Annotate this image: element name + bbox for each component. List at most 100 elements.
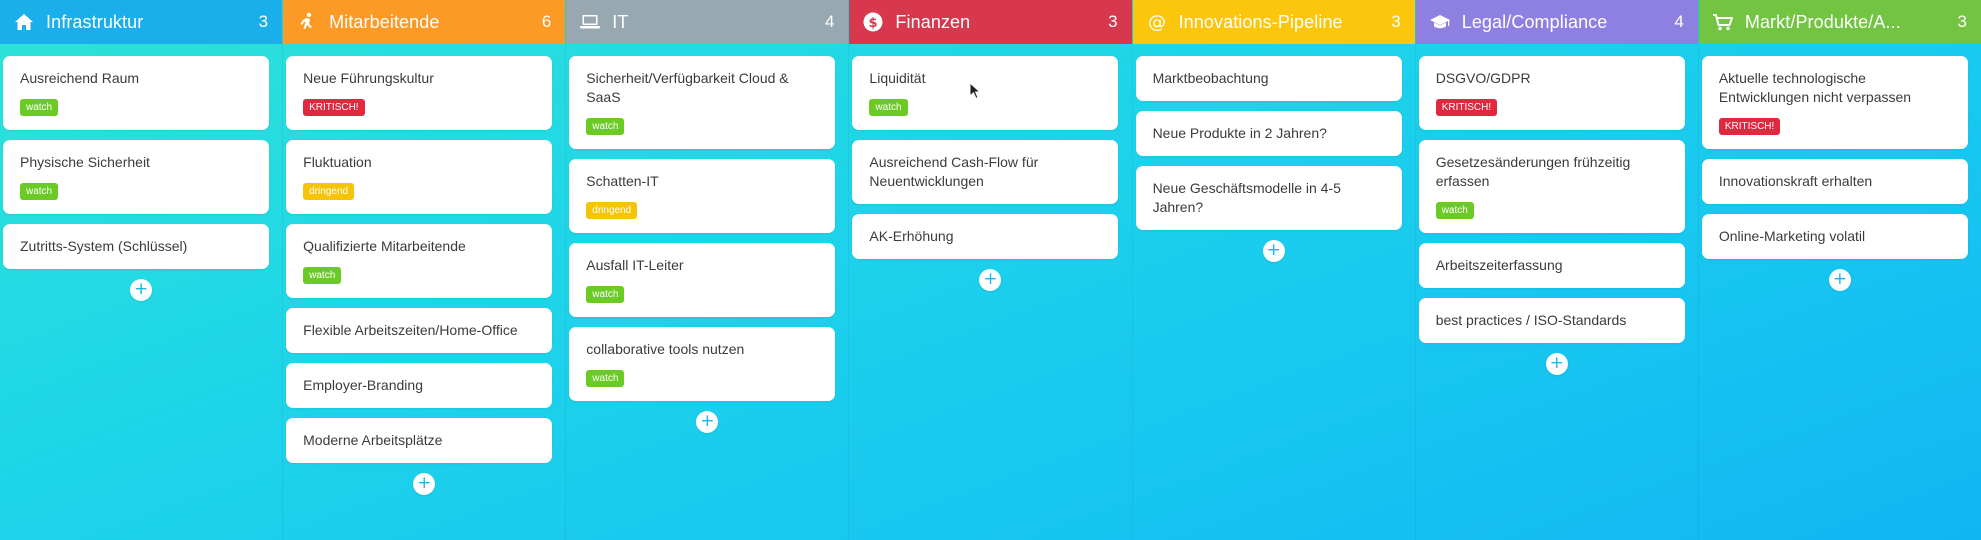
watch-badge: watch <box>869 99 908 116</box>
card-title: Ausreichend Cash-Flow für Neuentwicklung… <box>869 154 1039 189</box>
card[interactable]: Qualifizierte Mitarbeitende watch <box>286 224 553 298</box>
card[interactable]: AK-Erhöhung <box>852 214 1119 259</box>
column-title: IT <box>612 11 629 32</box>
card-title: Ausreichend Raum <box>20 70 140 86</box>
card-title: collaborative tools nutzen <box>586 341 745 357</box>
card[interactable]: Neue Produkte in 2 Jahren? <box>1135 111 1402 156</box>
column-count: 3 <box>1957 12 1967 31</box>
column-count: 4 <box>1674 12 1684 31</box>
kritisch-badge: KRITISCH! <box>1718 118 1781 135</box>
card-list: DSGVO/GDPR KRITISCH! Gesetzesänderungen fr… <box>1416 44 1698 375</box>
dollar-icon: $ <box>861 10 885 34</box>
at-icon: @ <box>1145 10 1169 34</box>
card[interactable]: Online-Marketing volatil <box>1701 214 1968 259</box>
column-title: Innovations-Pipeline <box>1178 11 1343 32</box>
card[interactable]: best practices / ISO-Standards <box>1418 298 1685 343</box>
dringend-badge: dringend <box>303 183 355 200</box>
watch-badge: watch <box>303 267 342 284</box>
column-header[interactable]: $ Finanzen 3 <box>849 0 1132 44</box>
card-list: Sicherheit/Verfügbarkeit Cloud & SaaS wat… <box>566 44 848 433</box>
watch-badge: watch <box>586 370 625 387</box>
column-count: 3 <box>1108 12 1118 31</box>
card[interactable]: Sicherheit/Verfügbarkeit Cloud & SaaS wat… <box>569 56 836 149</box>
add-card-button[interactable]: + <box>696 411 719 433</box>
card[interactable]: Neue Führungskultur KRITISCH! <box>286 56 553 130</box>
card[interactable]: Schatten-IT dringend <box>569 159 836 233</box>
card[interactable]: Liquidität watch <box>852 56 1119 130</box>
column-title: Infrastruktur <box>46 11 144 32</box>
card[interactable]: Ausreichend Raum watch <box>3 56 269 130</box>
card[interactable]: Arbeitszeiterfassung <box>1418 243 1685 288</box>
cart-icon <box>1711 10 1735 34</box>
add-card-button[interactable]: + <box>1828 269 1851 291</box>
card[interactable]: Innovationskraft erhalten <box>1701 159 1968 204</box>
card-title: Arbeitszeiterfassung <box>1435 257 1563 273</box>
column-4: @ Innovations-Pipeline 3 Marktbeobachtung Ne… <box>1131 0 1415 540</box>
add-card-button[interactable]: + <box>979 269 1002 291</box>
card-title: Marktbeobachtung <box>1152 70 1269 86</box>
mouse-cursor-icon <box>969 82 982 100</box>
card-title: Neue Geschäftsmodelle in 4-5 Jahren? <box>1152 180 1341 215</box>
card-title: Qualifizierte Mitarbeitende <box>303 238 466 254</box>
card-list: Liquidität watch Ausreichend Cash-Flow für… <box>849 44 1131 291</box>
watch-badge: watch <box>586 286 625 303</box>
card-title: Fluktuation <box>303 154 372 170</box>
column-header[interactable]: Legal/Compliance 4 <box>1415 0 1698 44</box>
column-3: $ Finanzen 3 Liquidität watch Ausreichend Cas… <box>848 0 1132 540</box>
svg-text:@: @ <box>1148 12 1166 32</box>
card-title: Zutritts-System (Schlüssel) <box>20 238 188 254</box>
add-card-button[interactable]: + <box>130 279 153 301</box>
house-icon <box>12 10 36 34</box>
column-header[interactable]: @ Innovations-Pipeline 3 <box>1132 0 1415 44</box>
card-title: DSGVO/GDPR <box>1435 70 1531 86</box>
svg-text:$: $ <box>869 16 878 31</box>
card[interactable]: Flexible Arbeitszeiten/Home-Office <box>286 308 553 353</box>
column-header[interactable]: Infrastruktur 3 <box>0 0 283 44</box>
card[interactable]: collaborative tools nutzen watch <box>569 327 836 401</box>
column-title: Legal/Compliance <box>1461 11 1608 32</box>
card-title: Innovationskraft erhalten <box>1718 173 1873 189</box>
column-title: Mitarbeitende <box>329 11 440 32</box>
card-title: Neue Führungskultur <box>303 70 434 86</box>
column-header[interactable]: IT 4 <box>566 0 849 44</box>
card[interactable]: Zutritts-System (Schlüssel) <box>3 224 269 269</box>
column-title: Markt/Produkte/A... <box>1744 11 1901 32</box>
card-list: Ausreichend Raum watch Physische Sicherhei… <box>0 44 282 301</box>
column-1: Mitarbeitende 6 Neue Führungskultur KRITISC… <box>282 0 566 540</box>
column-count: 4 <box>824 12 835 31</box>
card-title: Physische Sicherheit <box>20 154 150 170</box>
watch-badge: watch <box>20 183 59 200</box>
laptop-icon <box>578 10 602 34</box>
card[interactable]: Marktbeobachtung <box>1135 56 1402 101</box>
card[interactable]: DSGVO/GDPR KRITISCH! <box>1418 56 1685 130</box>
card-title: Neue Produkte in 2 Jahren? <box>1152 125 1327 141</box>
card-list: Marktbeobachtung Neue Produkte in 2 Jahre… <box>1133 44 1415 262</box>
add-card-button[interactable]: + <box>1262 240 1285 262</box>
add-card-button[interactable]: + <box>1545 353 1568 375</box>
kritisch-badge: KRITISCH! <box>1435 99 1498 116</box>
column-count: 3 <box>258 12 269 31</box>
card-title: Gesetzesänderungen frühzeitig erfassen <box>1435 154 1631 189</box>
column-6: Markt/Produkte/A... 3 Aktuelle technologis… <box>1697 0 1981 540</box>
card-title: Schatten-IT <box>586 173 659 189</box>
column-header[interactable]: Markt/Produkte/A... 3 <box>1698 0 1981 44</box>
card[interactable]: Moderne Arbeitsplätze <box>286 418 553 463</box>
dringend-badge: dringend <box>586 202 638 219</box>
card[interactable]: Fluktuation dringend <box>286 140 553 214</box>
column-5: Legal/Compliance 4 DSGVO/GDPR KRITISCH! Gese… <box>1414 0 1698 540</box>
card[interactable]: Ausfall IT-Leiter watch <box>569 243 836 317</box>
column-header[interactable]: Mitarbeitende 6 <box>283 0 566 44</box>
card-title: Liquidität <box>869 70 926 86</box>
card-title: best practices / ISO-Standards <box>1435 312 1627 328</box>
card[interactable]: Gesetzesänderungen frühzeitig erfassen wa… <box>1418 140 1685 233</box>
card-title: Ausfall IT-Leiter <box>586 257 684 273</box>
card[interactable]: Neue Geschäftsmodelle in 4-5 Jahren? <box>1135 166 1402 230</box>
card[interactable]: Employer-Branding <box>286 363 553 408</box>
watch-badge: watch <box>1435 202 1474 219</box>
card[interactable]: Aktuelle technologische Entwicklungen ni… <box>1701 56 1968 149</box>
card-title: Flexible Arbeitszeiten/Home-Office <box>303 322 518 338</box>
add-card-button[interactable]: + <box>413 473 436 495</box>
card[interactable]: Ausreichend Cash-Flow für Neuentwicklung… <box>852 140 1119 204</box>
card[interactable]: Physische Sicherheit watch <box>3 140 269 214</box>
kritisch-badge: KRITISCH! <box>303 99 365 116</box>
